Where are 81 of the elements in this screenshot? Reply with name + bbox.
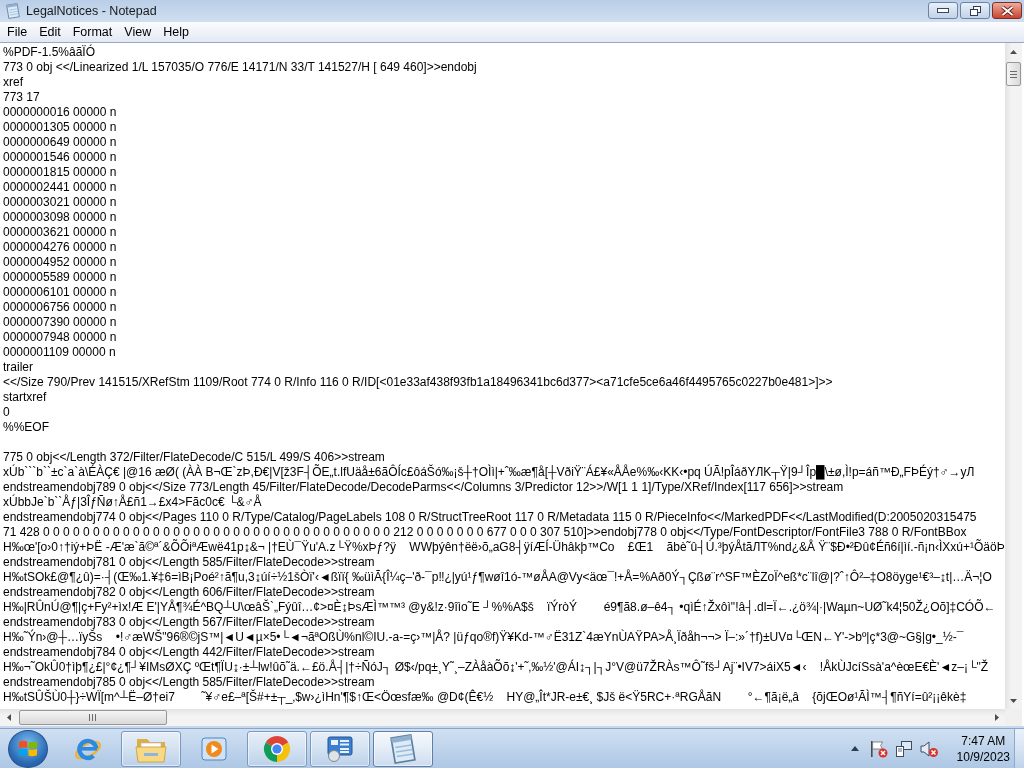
down-arrow-icon[interactable]	[1010, 698, 1017, 703]
vertical-scrollbar[interactable]	[1005, 43, 1022, 709]
taskbar-button[interactable]	[247, 730, 307, 767]
text-line: H‰˜Ýn›@┼…ïyŠs •!♂æWŠ"96®©jS™|◄U◄µ×5•└◄¬ãªOßÙ%nl©IU.-a-=ç›™|Å? |üƒqo®f)Ÿ¥Kd-™♂Ë31Z`4æYnÙAŸPA>Å¸Ïðåh¬¬> Ï–:»´†f)±UV¤└ŒN←Y'->bº|ç*3@~G§|g•_½-¯	[3, 630, 965, 645]
restore-button[interactable]	[960, 2, 990, 19]
text-line: 0000003621 00000 n	[3, 225, 118, 240]
clock-date[interactable]: 10/9/2023	[956, 748, 1010, 765]
text-line: %PDF-1.5%âãÏÓ	[3, 45, 97, 60]
menu-item[interactable]: Edit	[33, 23, 67, 41]
text-line: trailer	[3, 360, 34, 375]
close-button[interactable]	[992, 2, 1022, 19]
text-line: 0000007948 00000 n	[3, 330, 118, 345]
text-line: 0000001305 00000 n	[3, 120, 118, 135]
scrollbar-thumb[interactable]	[19, 710, 167, 725]
minimize-icon	[937, 8, 949, 13]
text-line: 0	[3, 405, 11, 420]
text-line: 71 428 0 0 0 0 0 0 0 0 0 0 0 0 0 0 0 0 0 0 0 0 0 0 0 0 0 0 0 0 0 0 0 0 0 0 0 212 0 0 0 0 0 0 0 677 0 0 0 307 510]>>endobj778 0 obj<</Type/FontDescriptor/FontFile3 788 0 R/FontBBox	[3, 525, 967, 540]
text-line: H‰tSÛŠÙ0┼}÷WÏ[m^┴Ë–Ø†ei7 ˜¥♂e£–ª[Š#+±┬_‚$w›¿ìHn'¶$↑Œ<Öœsfæ‰ @D¢(Ê€½ HY@„Ît*JR-e±€¸ $Jš ë<Ÿ5RC+·ªRGÅãN °←¶ã¡ë„â {õjŒOø¹ÃÌ™┤¶ñYí=û²¡¡êkè‡	[3, 690, 968, 705]
text-line: 0000000649 00000 n	[3, 135, 118, 150]
text-line: 0000007390 00000 n	[3, 315, 118, 330]
start-button[interactable]	[8, 729, 48, 768]
notepad-icon	[390, 733, 416, 764]
text-line: H‰|RÛnÚ@¶|ç+Fy²+ìx!Æ E'|YÅ¶¾É^BQ┴U\œâŠ`„Fýûî…¢>¤È↨ÞsÆÌ™™³ @y&!z·9îìo˜E ┘%%A$š ïÝròÝ é9¶ã8.ø–ê4┐ •qìÉ↑Žxôì"!â┤.dl=Ï←.¿ö¾|·|Waµn~UØ˜k4¦50Ž¿Oõ]‡CÓÕ←	[3, 600, 997, 615]
clock-time[interactable]: 7:47 AM	[961, 732, 1006, 749]
left-arrow-icon[interactable]	[6, 714, 11, 721]
text-line: endstreamendobj781 0 obj<</Length 585/Filter/FlateDecode>>stream	[3, 555, 376, 569]
flag-icon	[19, 740, 37, 757]
text-line: 775 0 obj<</Length 372/Filter/FlateDecode/C 515/L 499/S 406>>stream	[3, 450, 385, 465]
text-line: endstreamendobj774 0 obj<</Pages 110 0 R/Type/Catalog/PageLabels 108 0 R/StructTreeRoot 117 0 R/Metadata 115 0 R/PieceInfo<</MarkedPDF<</LastModified(D:2005020315475	[3, 510, 978, 525]
text-line: xÚb```b``±c`a`à\ÉÀÇ€ |@16 æØ( (ÀÀ B¬Œ`zÞ,Ð€|V[ž3F┤ÕE„t.lfUäå±6ãÔÍc£ôáŠó‰¡š┼†OÌì|+ˆ‰æ¶å[┼VðiŸ¨Á£¥«ÅÅe%‰‹KK‹•pq ÚÃ!pÎáðYЛK┬Ÿ|9┘Îp█\±ø,Ì!p=áñ™Ð„FÞÉý†♂→yЛ	[3, 465, 976, 480]
text-line: 0000000016 00000 n	[3, 105, 118, 120]
text-line: 0000001815 00000 n	[3, 165, 118, 180]
horizontal-scrollbar[interactable]	[0, 709, 1005, 726]
text-line: 0000006756 00000 n	[3, 300, 118, 315]
restore-icon	[969, 5, 981, 16]
scrollbar-thumb[interactable]	[1006, 62, 1021, 86]
flag-alert-icon[interactable]	[869, 739, 888, 758]
taskbar-button[interactable]	[310, 730, 370, 767]
text-line: H‰tSOk£@¶¿û)=·┤(Œ‰1.¥‡6=ìB¡Poé²↑ã¶u,3↨úí÷½1šÒï'‹◄ßïï{ ‰üìÃ{Î¼ç–'ð-¯p‼¿|yú¹ƒ¶wøî1ó-™øÅA@Vy<äœ¯!+Å=%Að0Ý┐Çßø¨r^SF™ÈZoÏ^eß*c¨lî@|?ˆ↑Ô²–‡O8öyge¹€³–↨t|…Ä¬¦O	[3, 570, 993, 585]
text-line: startxref	[3, 390, 48, 405]
text-line: endstreamendobj782 0 obj<</Length 606/Filter/FlateDecode>>stream	[3, 585, 375, 600]
text-line: 0000001546 00000 n	[3, 150, 118, 165]
menu-item[interactable]: Format	[66, 23, 119, 41]
play-icon	[200, 734, 228, 763]
text-line: H‰¬˜OkÛ0†ìþ¶¿£|°¢¿¶┘¥IMsØXÇ ºŒt¶ÏU↨·±┴lw!ûõ˜ä.←£ö.Å┤|†÷ÑóJ┐ Ø$‹/pq±¸Y˜¸–ZÀåàÕõ↨'+˜‚‰½'@ÁI↨┐|┐J°V@ü7ŽRÀs™Ô˜fš┘Aj¨•IV7>áiX5◄‹ !ÅkÙJcíSsà'a^èœE€È'◄z–¡└"Ž	[3, 660, 990, 675]
caret-up-icon[interactable]	[850, 746, 859, 751]
text-line: endstreamendobj784 0 obj<</Length 442/Filter/FlateDecode>>stream	[3, 645, 375, 660]
text-line: 0000001109 00000 n	[3, 345, 117, 360]
text-area[interactable]	[0, 43, 1024, 726]
text-line: %%EOF	[3, 420, 50, 435]
text-line: xÚbbJe`b``Åƒ|3ÎƒÑø↑Å£ñ1→£x4>Fãc0c€ └&♂Å	[3, 495, 263, 510]
menu-item[interactable]: View	[118, 23, 158, 41]
text-line: endstreamendobj783 0 obj<</Length 567/Filter/FlateDecode>>stream	[3, 615, 375, 630]
text-line: endstreamendobj785 0 obj<</Length 585/Filter/FlateDecode>>stream	[3, 675, 375, 690]
text-line: 0000002441 00000 n	[3, 180, 118, 195]
text-line: 0000004276 00000 n	[3, 240, 118, 255]
text-line: xref	[3, 75, 24, 90]
taskbar-button[interactable]	[373, 730, 433, 767]
text-line: 0000005589 00000 n	[3, 270, 118, 285]
speaker-muted-icon[interactable]	[919, 739, 938, 758]
dashboard-icon	[326, 734, 354, 763]
text-line: endstreamendobj789 0 obj<</Size 773/Length 45/Filter/FlateDecode/DecodeParms<</Columns 3/Predictor 12>>/W[1 1 1]/Type/XRef/Index[117 656]>>stream	[3, 480, 845, 495]
round-logo-icon	[263, 734, 291, 763]
window-title: LegalNotices - Notepad	[26, 4, 158, 18]
minimize-button[interactable]	[928, 2, 958, 19]
menu-item[interactable]: Help	[157, 23, 195, 41]
notepad-icon	[6, 3, 20, 19]
taskbar-button[interactable]	[121, 730, 181, 767]
up-arrow-icon[interactable]	[1010, 49, 1017, 54]
text-line: 0000003021 00000 n	[3, 195, 118, 210]
text-line: <</Size 790/Prev 141515/XRefStm 1109/Root 774 0 R/Info 116 0 R/ID[<01e33af438f93fb1a18496341bc6d377><a71cfe5ce6a46f4495765c0227b0e481>]>>	[3, 375, 834, 390]
text-line: 0000003098 00000 n	[3, 210, 118, 225]
text-line: 0000006101 00000 n	[3, 285, 118, 300]
close-icon	[1000, 5, 1014, 16]
text-line: 0000004952 00000 n	[3, 255, 118, 270]
menu-item[interactable]: File	[1, 23, 34, 41]
network-icon[interactable]	[894, 739, 913, 758]
right-arrow-icon[interactable]	[994, 714, 999, 721]
text-line: 773 17	[3, 90, 41, 105]
text-line: H‰œ'[o›0↑†iý+ÞË -Æ'æ`ã©ª´&ÕÕiªÆwë41p↨&¬ |†EÙ¯Ÿu'A.z└Ÿ%xÞƒ?ÿ WWþýên†ëë›õ„aG8┤ÿíÆÍ-Ühâkþ™Co £Œ1 ãbè˜û┤Ú.³þýÅtãЛT%nd¿&Å Ÿ¨$Ð•²Ðû¢Éñ6í|ìí.-ñ¡n‹ÌXxú+¹ÕäöÞ	[3, 540, 1005, 555]
text-line: 773 0 obj <</Linearized 1/L 157035/O 776/E 14171/N 33/T 141527/H [ 649 460]>>endobj	[3, 60, 478, 75]
